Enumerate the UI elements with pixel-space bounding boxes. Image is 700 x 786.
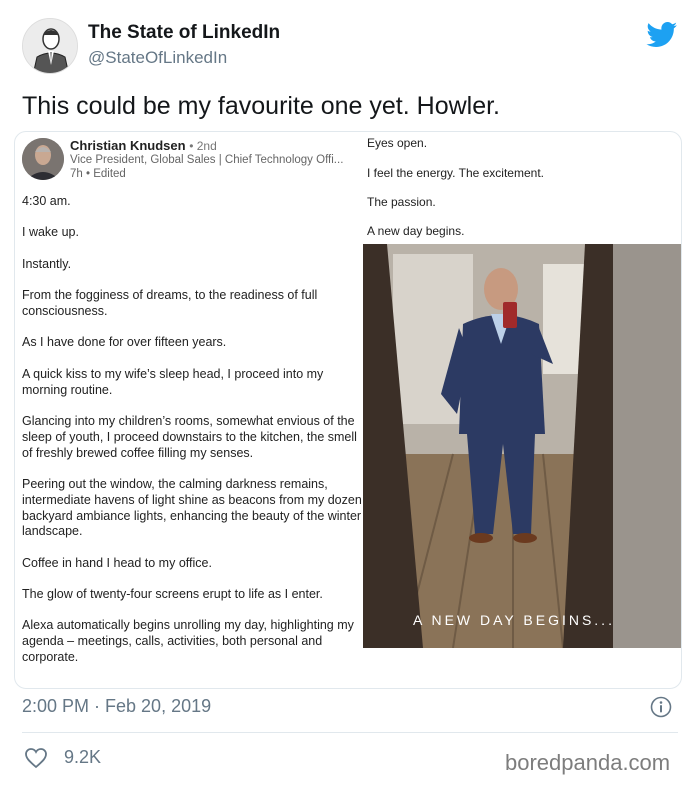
linkedin-author-name: Christian Knudsen • 2nd [70, 138, 217, 153]
post-paragraph: The passion. [367, 195, 436, 209]
linkedin-post-left-column: Christian Knudsen • 2nd Vice President, … [15, 132, 365, 688]
connection-degree: • 2nd [189, 139, 217, 153]
linkedin-post-right-column: Eyes open. I feel the energy. The excite… [363, 132, 681, 688]
post-paragraph: A new day begins. [367, 224, 465, 238]
divider [22, 732, 678, 733]
linkedin-post-time: 7h • Edited [70, 168, 126, 180]
watermark: boredpanda.com [505, 750, 671, 775]
linkedin-author-avatar [22, 138, 64, 180]
tweet-timestamp[interactable]: 2:00 PM · Feb 20, 2019 [22, 696, 211, 717]
mirror-selfie-photo: A NEW DAY BEGINS... [363, 244, 681, 648]
post-paragraph: As I have done for over fifteen years. [22, 335, 227, 350]
post-paragraph: 4:30 am. [22, 194, 71, 208]
post-paragraph: Glancing into my children’s rooms, somew… [22, 413, 357, 460]
like-count[interactable]: 9.2K [64, 747, 101, 768]
post-paragraph: The glow of twenty-four screens erupt to… [22, 587, 323, 602]
post-paragraph: Alexa automatically begins unrolling my … [22, 618, 354, 665]
embedded-linkedin-screenshot[interactable]: Christian Knudsen • 2nd Vice President, … [14, 131, 682, 689]
twitter-bird-icon[interactable] [646, 22, 678, 48]
photo-caption: A NEW DAY BEGINS... [413, 612, 615, 628]
author-avatar[interactable] [22, 18, 78, 74]
post-paragraph: I wake up. [22, 225, 79, 240]
linkedin-author-title: Vice President, Global Sales | Chief Tec… [70, 154, 344, 166]
post-paragraph: I feel the energy. The excitement. [367, 166, 544, 180]
post-paragraph: Eyes open. [367, 136, 428, 150]
post-paragraph: From the fogginess of dreams, to the rea… [22, 288, 318, 318]
tweet-text: This could be my favourite one yet. Howl… [22, 92, 501, 120]
tweet-header: The State of LinkedIn @StateOfLinkedIn [22, 18, 682, 78]
post-paragraph: Coffee in hand I head to my office. [22, 555, 212, 570]
post-paragraph: Peering out the window, the calming dark… [22, 476, 362, 539]
author-handle[interactable]: @StateOfLinkedIn [88, 48, 227, 68]
heart-icon[interactable] [24, 747, 48, 769]
post-paragraph: Instantly. [22, 256, 72, 271]
info-icon[interactable] [650, 696, 672, 718]
linkedin-post-body: 4:30 am. I wake up. Instantly. From the … [22, 194, 362, 681]
post-paragraph: A quick kiss to my wife’s sleep head, I … [22, 366, 324, 397]
author-name[interactable]: The State of LinkedIn [88, 22, 280, 44]
